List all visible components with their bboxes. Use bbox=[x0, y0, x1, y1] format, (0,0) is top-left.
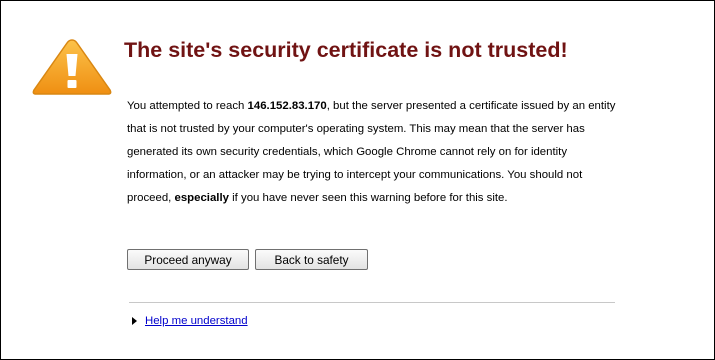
warning-message: You attempted to reach 146.152.83.170, b… bbox=[127, 95, 627, 210]
interstitial-page: The site's security certificate is not t… bbox=[0, 0, 715, 360]
message-text: You attempted to reach bbox=[127, 100, 248, 112]
message-text: , but the server presented a certificate… bbox=[127, 100, 616, 204]
help-me-understand-link[interactable]: Help me understand bbox=[145, 315, 248, 327]
back-to-safety-button[interactable]: Back to safety bbox=[255, 249, 368, 270]
proceed-anyway-button[interactable]: Proceed anyway bbox=[127, 249, 249, 270]
page-title: The site's security certificate is not t… bbox=[124, 38, 568, 62]
divider bbox=[129, 302, 615, 303]
warning-icon bbox=[32, 39, 112, 95]
help-section[interactable]: Help me understand bbox=[132, 315, 248, 327]
message-text: if you have never seen this warning befo… bbox=[228, 192, 508, 204]
emphasis-text: especially bbox=[174, 192, 229, 204]
action-buttons: Proceed anyway Back to safety bbox=[127, 249, 368, 270]
expand-arrow-icon[interactable] bbox=[132, 317, 137, 325]
host-address: 146.152.83.170 bbox=[247, 100, 327, 112]
